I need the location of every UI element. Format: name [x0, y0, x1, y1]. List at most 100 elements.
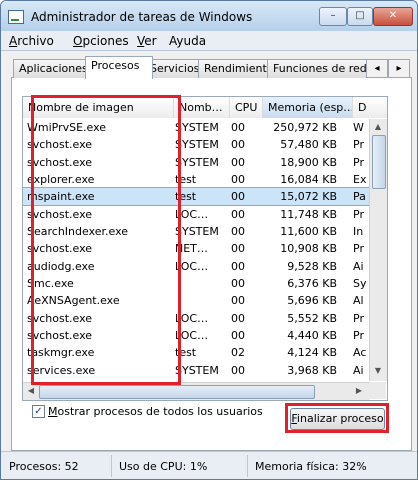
- table-row[interactable]: svchost.exe SYSTEM 00 18,900 KB Pr: [23, 154, 369, 171]
- tab-scroll-left-button[interactable]: ◂: [366, 59, 388, 78]
- process-cpu-cell: 00: [231, 172, 245, 186]
- process-user-cell: LOC…: [175, 207, 209, 221]
- tab-procesos[interactable]: Procesos: [85, 56, 153, 79]
- process-user-cell: SYSTEM: [175, 121, 219, 134]
- status-separator: [111, 455, 112, 477]
- process-memory-cell: 6,376 KB: [287, 276, 337, 290]
- process-description-cell: Pr: [353, 311, 364, 325]
- process-description-cell: Pr: [353, 138, 364, 152]
- scroll-up-arrow-icon[interactable]: ▲: [372, 121, 384, 133]
- process-memory-cell: 250,972 KB: [273, 121, 337, 134]
- process-user-cell: test: [175, 172, 197, 186]
- column-header-user[interactable]: Nomb…: [174, 97, 230, 118]
- process-cpu-cell: 00: [231, 294, 245, 308]
- table-row[interactable]: svchost.exe SYSTEM 00 57,480 KB Pr: [23, 136, 369, 153]
- show-all-users-checkbox[interactable]: ✓: [32, 405, 45, 418]
- column-header-cpu[interactable]: CPU: [230, 97, 263, 118]
- horizontal-scroll-thumb[interactable]: [39, 385, 315, 399]
- process-memory-cell: 11,600 KB: [280, 224, 337, 238]
- scroll-right-arrow-icon[interactable]: ▶: [353, 385, 365, 397]
- process-name-cell: audiodg.exe: [27, 259, 95, 273]
- title-bar[interactable]: Administrador de tareas de Windows – □ ✕: [1, 1, 417, 31]
- process-description-cell: Pr: [353, 328, 364, 342]
- process-list: Nombre de imagen Nomb… CPU Memoria (esp……: [22, 96, 388, 401]
- process-cpu-cell: 00: [231, 207, 245, 221]
- process-cpu-cell: 00: [231, 224, 245, 238]
- process-user-cell: SYSTEM: [175, 363, 219, 377]
- process-user-cell: [175, 292, 223, 309]
- process-name-cell: Smc.exe: [27, 276, 74, 290]
- process-cpu-cell: 00: [231, 190, 245, 204]
- status-separator: [247, 455, 248, 477]
- column-header-memory[interactable]: Memoria (esp…: [263, 97, 353, 118]
- process-user-cell: NET…: [175, 242, 208, 256]
- status-cpu-usage: Uso de CPU: 1%: [119, 460, 208, 473]
- vertical-scroll-thumb[interactable]: [372, 135, 386, 189]
- column-header-name[interactable]: Nombre de imagen: [23, 97, 174, 118]
- process-memory-cell: 10,908 KB: [280, 242, 337, 256]
- process-name-cell: svchost.exe: [27, 311, 93, 325]
- tab-scroll-right-button[interactable]: ▸: [388, 59, 410, 78]
- column-header-description[interactable]: D: [353, 97, 387, 118]
- table-row[interactable]: services.exe SYSTEM 00 3,968 KB Ai: [23, 362, 369, 379]
- table-row[interactable]: svchost.exe LOC… 00 5,552 KB Pr: [23, 310, 369, 327]
- process-description-cell: W: [353, 121, 364, 134]
- maximize-button[interactable]: □: [347, 7, 373, 26]
- task-manager-window: Administrador de tareas de Windows – □ ✕…: [0, 0, 418, 480]
- process-name-cell: WmiPrvSE.exe: [27, 121, 107, 134]
- process-memory-cell: 3,968 KB: [287, 363, 337, 377]
- tab-servicios[interactable]: Servicios: [144, 59, 206, 78]
- process-cpu-cell: 00: [231, 138, 245, 152]
- menu-opciones[interactable]: Opciones: [73, 34, 129, 48]
- process-description-cell: Pr: [353, 155, 364, 169]
- process-memory-cell: 11,748 KB: [280, 207, 337, 221]
- process-user-cell: LOC…: [175, 328, 209, 342]
- table-row[interactable]: WmiPrvSE.exe SYSTEM 00 250,972 KB W: [23, 119, 369, 136]
- process-memory-cell: 57,480 KB: [280, 138, 337, 152]
- table-row[interactable]: mspaint.exe test 00 15,072 KB Pa: [23, 187, 370, 207]
- horizontal-scrollbar[interactable]: ◀ ▶: [23, 382, 369, 400]
- scrollbar-corner: [369, 382, 386, 399]
- table-row[interactable]: svchost.exe LOC… 00 11,748 KB Pr: [23, 206, 369, 223]
- tab-rendimiento[interactable]: Rendimiento: [198, 59, 274, 78]
- process-description-cell: Ex: [353, 172, 367, 186]
- scroll-down-arrow-icon[interactable]: ▼: [372, 365, 384, 377]
- window-title: Administrador de tareas de Windows: [31, 10, 253, 24]
- end-process-button[interactable]: Finalizar proceso: [290, 408, 385, 430]
- process-description-cell: Pa: [353, 190, 366, 204]
- process-name-cell: svchost.exe: [27, 328, 93, 342]
- process-name-cell: svchost.exe: [27, 242, 93, 256]
- process-memory-cell: 4,124 KB: [287, 346, 337, 360]
- process-description-cell: Al: [353, 294, 364, 308]
- status-process-count: Procesos: 52: [9, 460, 79, 473]
- vertical-scrollbar[interactable]: ▲ ▼: [369, 119, 387, 381]
- table-row[interactable]: svchost.exe NET… 00 10,908 KB Pr: [23, 240, 369, 257]
- process-user-cell: LOC…: [175, 259, 209, 273]
- process-user-cell: test: [175, 346, 197, 360]
- process-user-cell: [175, 275, 223, 292]
- process-cpu-cell: 00: [231, 155, 245, 169]
- minimize-button[interactable]: –: [319, 7, 347, 26]
- table-row[interactable]: svchost.exe LOC… 00 4,440 KB Pr: [23, 327, 369, 344]
- show-all-users-label: Mostrar procesos de todos los usuarios: [48, 405, 263, 418]
- menu-archivo[interactable]: Archivo: [9, 34, 54, 48]
- tab-funciones-de-red[interactable]: Funciones de red: [267, 59, 375, 78]
- process-memory-cell: 9,528 KB: [287, 259, 337, 273]
- table-row[interactable]: Smc.exe 00 6,376 KB Sy: [23, 275, 369, 292]
- menu-ayuda[interactable]: Ayuda: [169, 34, 206, 48]
- tab-aplicaciones[interactable]: Aplicaciones: [13, 59, 93, 78]
- process-cpu-cell: 00: [231, 121, 245, 134]
- process-description-cell: Ai: [353, 363, 364, 377]
- process-description-cell: Sy: [353, 276, 367, 290]
- process-user-cell: SYSTEM: [175, 138, 219, 152]
- process-memory-cell: 4,440 KB: [287, 328, 337, 342]
- table-row[interactable]: audiodg.exe LOC… 00 9,528 KB Ai: [23, 258, 369, 275]
- table-row[interactable]: explorer.exe test 00 16,084 KB Ex: [23, 171, 369, 188]
- table-row[interactable]: taskmgr.exe test 02 4,124 KB Ac: [23, 344, 369, 361]
- menu-ver[interactable]: Ver: [137, 34, 157, 48]
- table-row[interactable]: SearchIndexer.exe SYSTEM 00 11,600 KB In: [23, 223, 369, 240]
- scroll-left-arrow-icon[interactable]: ◀: [25, 385, 37, 397]
- process-name-cell: mspaint.exe: [27, 190, 95, 204]
- close-button[interactable]: ✕: [373, 7, 413, 26]
- table-row[interactable]: AeXNSAgent.exe 00 5,696 KB Al: [23, 292, 369, 309]
